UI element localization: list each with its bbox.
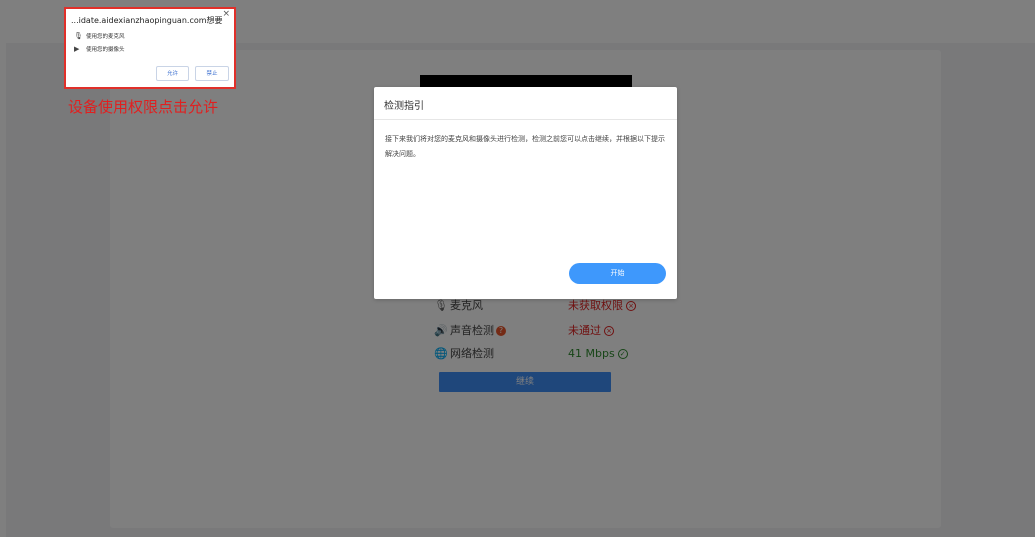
deny-button[interactable]: 禁止 bbox=[195, 66, 229, 81]
modal-title: 检测指引 bbox=[384, 101, 424, 112]
instruction-annotation: 设备使用权限点击允许 bbox=[68, 98, 219, 116]
browser-permission-popup: ...idate.aidexianzhaopinguan.com想要 × 🎙 使用… bbox=[64, 7, 236, 89]
guide-modal: 检测指引 接下来我们将对您的麦克风和摄像头进行检测，检测之前您可以点击继续，并根… bbox=[374, 87, 677, 299]
permission-title: ...idate.aidexianzhaopinguan.com想要 bbox=[71, 16, 223, 25]
modal-divider bbox=[374, 119, 677, 120]
microphone-icon: 🎙 bbox=[74, 32, 83, 40]
close-icon[interactable]: × bbox=[222, 9, 230, 19]
camera-icon: ▶ bbox=[74, 45, 80, 53]
permission-item-camera: ▶ 使用您的摄像头 bbox=[74, 45, 125, 53]
start-button[interactable]: 开始 bbox=[569, 263, 666, 284]
permission-item-microphone: 🎙 使用您的麦克风 bbox=[74, 32, 125, 40]
allow-button[interactable]: 允许 bbox=[156, 66, 189, 81]
modal-body-text: 接下来我们将对您的麦克风和摄像头进行检测，检测之前您可以点击继续，并根据以下提示… bbox=[385, 135, 665, 158]
